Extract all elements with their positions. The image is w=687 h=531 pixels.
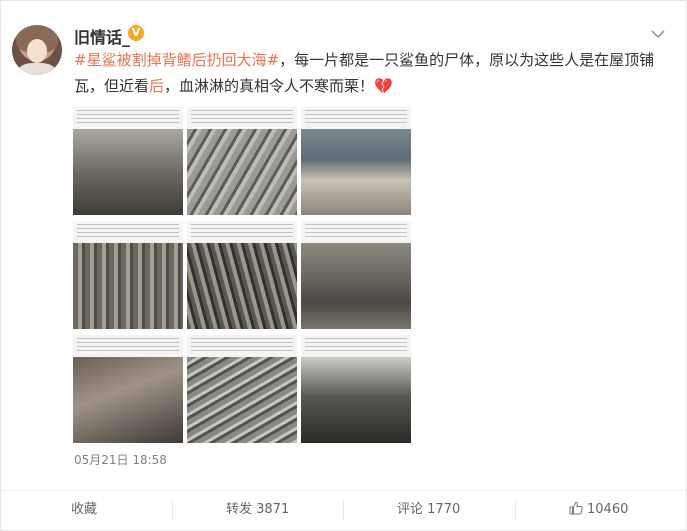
like-button[interactable]: 10460 [569, 491, 628, 531]
photo-thumbnail[interactable] [187, 107, 297, 215]
broken-heart-icon: 💔 [374, 77, 393, 95]
action-bar: 收藏 转发 3871 评论 1770 10460 [1, 490, 686, 531]
photo-caption [191, 224, 293, 240]
photo-thumbnail[interactable] [301, 335, 411, 443]
photo-caption [305, 338, 407, 354]
photo-image [301, 129, 411, 215]
photo-thumbnail[interactable] [187, 335, 297, 443]
divider [515, 501, 516, 521]
post-timestamp[interactable]: 05月21日 18:58 [74, 451, 167, 468]
post-highlight[interactable]: 后 [149, 77, 164, 95]
photo-caption [77, 110, 179, 126]
photo-image [187, 357, 297, 443]
photo-thumbnail[interactable] [73, 335, 183, 443]
photo-image [73, 129, 183, 215]
favorite-button[interactable]: 收藏 [71, 491, 97, 531]
comment-button[interactable]: 评论 1770 [397, 491, 460, 531]
post-text-part-2: ，血淋淋的真相令人不寒而栗！ [164, 77, 375, 95]
photo-caption [191, 110, 293, 126]
weibo-post-card: 旧情话_ V #星鲨被割掉背鳍后扔回大海#，每一片都是一只鲨鱼的尸体，原以为这些… [0, 0, 687, 531]
photo-image [187, 129, 297, 215]
photo-caption [305, 224, 407, 240]
avatar-face [27, 39, 47, 63]
photo-thumbnail[interactable] [73, 221, 183, 329]
avatar[interactable] [12, 25, 62, 75]
photo-thumbnail[interactable] [301, 221, 411, 329]
verified-badge-icon: V [128, 25, 144, 41]
photo-thumbnail[interactable] [301, 107, 411, 215]
photo-image [73, 357, 183, 443]
photo-caption [191, 338, 293, 354]
avatar-shirt [18, 63, 56, 75]
divider [172, 501, 173, 521]
photo-thumbnail[interactable] [187, 221, 297, 329]
post-text: #星鲨被割掉背鳍后扔回大海#，每一片都是一只鲨鱼的尸体，原以为这些人是在屋顶铺瓦… [74, 47, 664, 99]
divider [343, 501, 344, 521]
chevron-down-icon[interactable] [649, 27, 667, 41]
photo-image [73, 243, 183, 329]
topic-link[interactable]: #星鲨被割掉背鳍后扔回大海# [74, 51, 279, 69]
photo-caption [305, 110, 407, 126]
author-name[interactable]: 旧情话_ [74, 24, 130, 48]
photo-thumbnail[interactable] [73, 107, 183, 215]
photo-image [301, 357, 411, 443]
photo-image [187, 243, 297, 329]
like-count: 10460 [587, 502, 629, 517]
photo-grid [73, 107, 419, 443]
thumbs-up-icon [569, 501, 583, 515]
repost-button[interactable]: 转发 3871 [226, 491, 289, 531]
photo-image [301, 243, 411, 329]
photo-caption [77, 224, 179, 240]
photo-caption [77, 338, 179, 354]
